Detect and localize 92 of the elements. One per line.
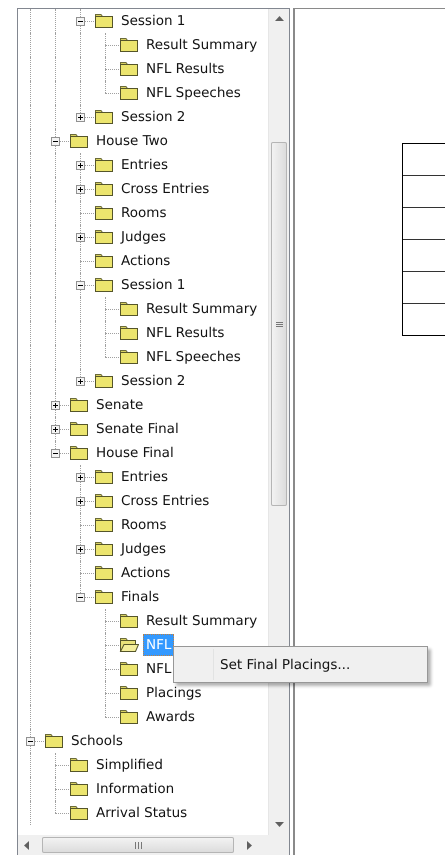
expand-toggle[interactable] [76,545,85,554]
tree-item[interactable]: Rooms [118,202,170,224]
tree-item[interactable]: Result Summary [143,298,260,320]
expand-toggle[interactable] [76,185,85,194]
tree-item[interactable]: Placings [143,682,204,704]
folder-icon [69,421,89,437]
expand-toggle[interactable] [51,425,60,434]
collapse-toggle[interactable] [51,137,60,146]
tree-item[interactable]: Judges [118,538,170,560]
tree-item[interactable]: NFL [143,658,174,680]
folder-icon [94,541,114,557]
tree-item[interactable]: House Final [93,442,177,464]
tree-item[interactable]: Cross Entries [118,490,212,512]
folder-icon [69,805,89,821]
folder-icon [94,109,114,125]
expand-toggle[interactable] [51,401,60,410]
tree-item[interactable]: NFL Speeches [143,82,244,104]
tree-item[interactable]: Actions [118,250,174,272]
tree-item[interactable]: House Two [93,130,171,152]
folder-icon [119,709,139,725]
tree-item[interactable]: NFL Results [143,322,228,344]
tree-item[interactable]: Entries [118,466,172,488]
collapse-toggle[interactable] [51,449,60,458]
folder-icon [119,37,139,53]
folder-icon [94,277,114,293]
tree-item[interactable]: Judges [118,226,170,248]
collapse-toggle[interactable] [76,593,85,602]
expand-toggle[interactable] [76,113,85,122]
folder-icon [94,565,114,581]
tree-item[interactable]: Cross Entries [118,178,212,200]
scrollbar-thumb[interactable] [42,837,234,853]
folder-icon [69,781,89,797]
tree-item[interactable]: Session 1 [118,10,188,32]
tree-item[interactable]: Schools [68,730,126,752]
folder-icon [69,757,89,773]
tree-item[interactable]: Finals [118,586,162,608]
expand-toggle[interactable] [76,377,85,386]
expand-toggle[interactable] [76,473,85,482]
folder-icon [119,349,139,365]
folder-icon [94,229,114,245]
collapse-toggle[interactable] [76,17,85,26]
folder-icon [119,325,139,341]
folder-icon [94,253,114,269]
tree-item[interactable]: NFL Results [143,58,228,80]
folder-icon [94,373,114,389]
folder-icon [119,661,139,677]
tree-item[interactable]: Session 2 [118,370,188,392]
grip-icon [276,320,282,328]
tree-item[interactable]: Information [93,778,178,800]
scroll-left-icon[interactable] [24,840,30,850]
scroll-up-icon[interactable] [274,16,284,22]
tree-item[interactable]: Arrival Status [93,802,190,824]
folder-icon [94,13,114,29]
tree-item[interactable]: Awards [143,706,198,728]
folder-icon [94,205,114,221]
grip-icon [134,842,142,848]
folder-icon [119,85,139,101]
collapse-toggle[interactable] [76,281,85,290]
tree-item[interactable]: Result Summary [143,610,260,632]
expand-toggle[interactable] [76,233,85,242]
folder-icon [94,517,114,533]
expand-toggle[interactable] [76,161,85,170]
collapse-toggle[interactable] [26,737,35,746]
tree-item[interactable]: Senate [93,394,146,416]
menu-item[interactable]: Set Final Placings... [220,656,350,672]
tree-item[interactable]: Entries [118,154,172,176]
folder-icon [94,469,114,485]
folder-icon [69,445,89,461]
scrollbar-thumb[interactable] [271,142,287,506]
folder-icon [94,493,114,509]
expand-toggle[interactable] [76,497,85,506]
folder-icon [69,397,89,413]
folder-icon [119,685,139,701]
tree-item[interactable]: Actions [118,562,174,584]
scroll-right-icon[interactable] [246,840,252,850]
folder-icon [94,181,114,197]
folder-icon [69,133,89,149]
folder-icon [44,733,64,749]
tree-item[interactable]: NFL Speeches [143,346,244,368]
tree-item[interactable]: Session 1 [118,274,188,296]
tree-item[interactable]: Simplified [93,754,166,776]
tree-item[interactable]: Rooms [118,514,170,536]
folder-icon [94,157,114,173]
folder-icon [119,613,139,629]
tree-item[interactable]: Senate Final [93,418,182,440]
folder-icon [119,637,139,653]
scroll-down-icon[interactable] [274,822,284,828]
folder-icon [119,301,139,317]
folder-icon [119,61,139,77]
folder-icon [94,589,114,605]
tree-item[interactable]: Session 2 [118,106,188,128]
tree-item[interactable]: Result Summary [143,34,260,56]
